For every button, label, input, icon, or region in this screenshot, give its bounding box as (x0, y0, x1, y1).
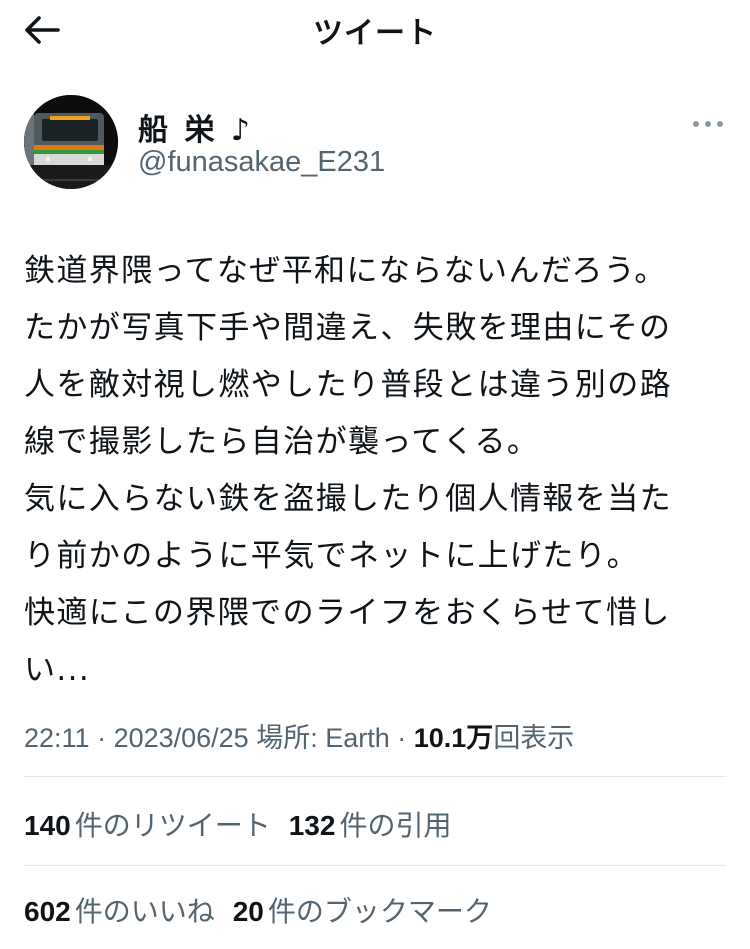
likes-count: 602 (24, 896, 71, 927)
author-handle[interactable]: @funasakae_E231 (138, 146, 385, 179)
quotes-stat[interactable]: 132 件の引用 (289, 804, 452, 844)
meta-separator: · (389, 723, 414, 753)
author-display-name[interactable]: 船 栄 ♪ (138, 105, 253, 149)
bookmarks-stat[interactable]: 20 件のブックマーク (233, 890, 492, 930)
more-options-button[interactable] (688, 112, 728, 136)
tweet-meta: 22:11 · 2023/06/25 場所: Earth · 10.1万回表示 (24, 716, 574, 755)
top-bar: ツイート (0, 0, 750, 64)
more-horizontal-icon (693, 121, 723, 127)
avatar[interactable] (24, 95, 118, 189)
divider (24, 865, 726, 866)
retweets-count: 140 (24, 810, 71, 841)
retweets-label: 件のリツイート (74, 809, 271, 842)
quotes-label: 件の引用 (339, 809, 452, 842)
views-count: 10.1万 (413, 723, 494, 753)
stats-row-shares: 140 件のリツイート 132 件の引用 (24, 804, 469, 844)
likes-stat[interactable]: 602 件のいいね (24, 890, 215, 930)
tweet-date[interactable]: 2023/06/25 (114, 723, 249, 753)
tweet-location: 場所: Earth (248, 723, 390, 753)
bookmarks-count: 20 (232, 896, 264, 927)
tweet-text: 鉄道界隈ってなぜ平和にならないんだろう。 たかが写真下手や間違え、失敗を理由にそ… (24, 253, 672, 688)
tweet-time[interactable]: 22:11 (24, 723, 90, 753)
stats-row-likes: 602 件のいいね 20 件のブックマーク (24, 890, 510, 930)
train-photo (24, 95, 118, 189)
retweets-stat[interactable]: 140 件のリツイート (24, 804, 271, 844)
views-label: 回表示 (493, 723, 575, 753)
meta-separator: · (89, 723, 114, 753)
bookmarks-label: 件のブックマーク (267, 895, 492, 928)
divider (24, 776, 726, 777)
quotes-count: 132 (288, 810, 336, 841)
page-title: ツイート (313, 16, 437, 51)
likes-label: 件のいいね (74, 895, 215, 928)
